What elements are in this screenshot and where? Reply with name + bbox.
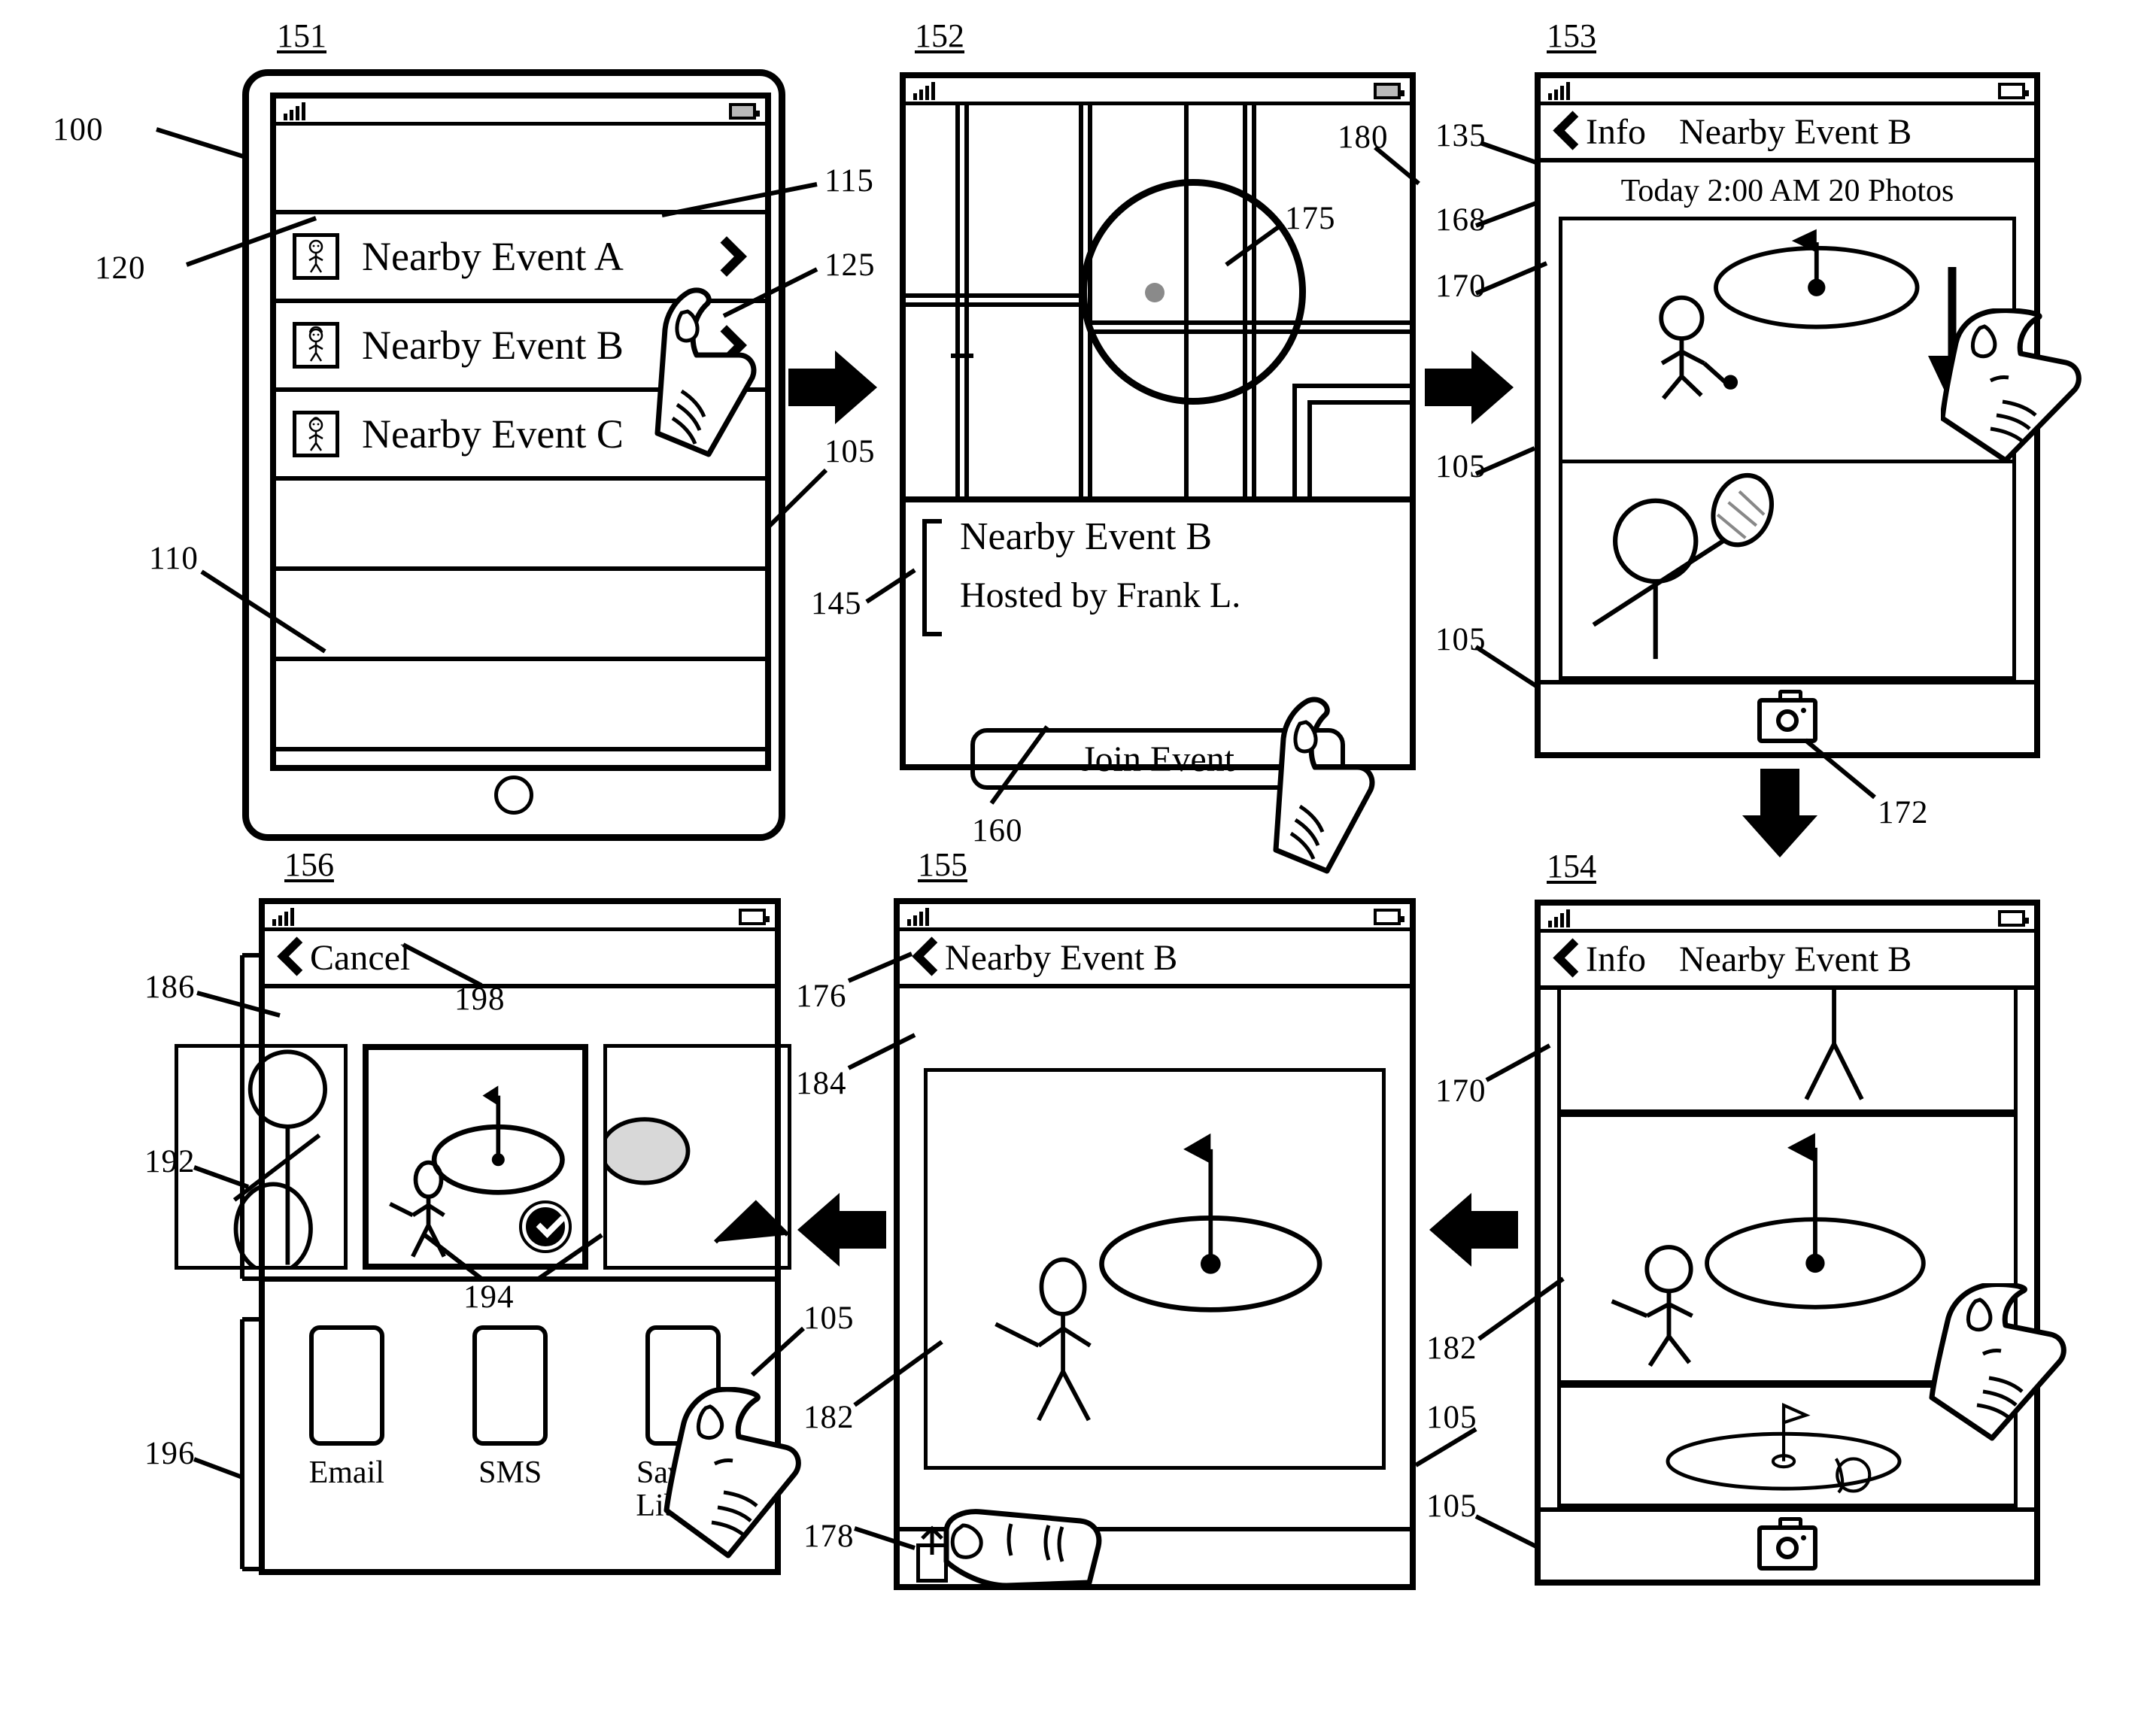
ref-175: 175 bbox=[1285, 201, 1336, 236]
ref-160: 160 bbox=[972, 813, 1023, 848]
ref-182-a: 182 bbox=[803, 1400, 855, 1435]
ref-100: 100 bbox=[53, 112, 104, 147]
ref-172: 172 bbox=[1878, 795, 1929, 830]
ref-180: 180 bbox=[1338, 120, 1389, 155]
ref-194: 194 bbox=[463, 1279, 515, 1315]
ref-170-b: 170 bbox=[1435, 1073, 1486, 1109]
ref-176: 176 bbox=[796, 979, 847, 1014]
ref-135: 135 bbox=[1435, 118, 1486, 153]
ref-125: 125 bbox=[824, 247, 876, 283]
ref-105-c: 105 bbox=[1435, 622, 1486, 657]
ref-105-b: 105 bbox=[1435, 449, 1486, 484]
ref-170-a: 170 bbox=[1435, 269, 1486, 304]
patent-figure: 151 Nearby Event A Nearby Event B Nearby… bbox=[0, 0, 2156, 1733]
ref-115: 115 bbox=[824, 163, 874, 199]
ref-196: 196 bbox=[144, 1436, 196, 1471]
ref-120: 120 bbox=[95, 250, 146, 286]
leader-lines bbox=[156, 127, 1876, 1571]
ref-184: 184 bbox=[796, 1066, 847, 1101]
ref-105-d: 105 bbox=[803, 1301, 855, 1336]
ref-182-b: 182 bbox=[1426, 1331, 1477, 1366]
ref-186: 186 bbox=[144, 970, 196, 1005]
ref-110: 110 bbox=[149, 541, 199, 576]
ref-198: 198 bbox=[454, 982, 506, 1017]
ref-105-a: 105 bbox=[824, 434, 876, 469]
ref-192: 192 bbox=[144, 1144, 196, 1179]
ref-168: 168 bbox=[1435, 202, 1486, 238]
ref-178: 178 bbox=[803, 1519, 855, 1554]
ref-105-f: 105 bbox=[1426, 1489, 1477, 1524]
ref-105-e: 105 bbox=[1426, 1400, 1477, 1435]
ref-145: 145 bbox=[811, 586, 862, 621]
